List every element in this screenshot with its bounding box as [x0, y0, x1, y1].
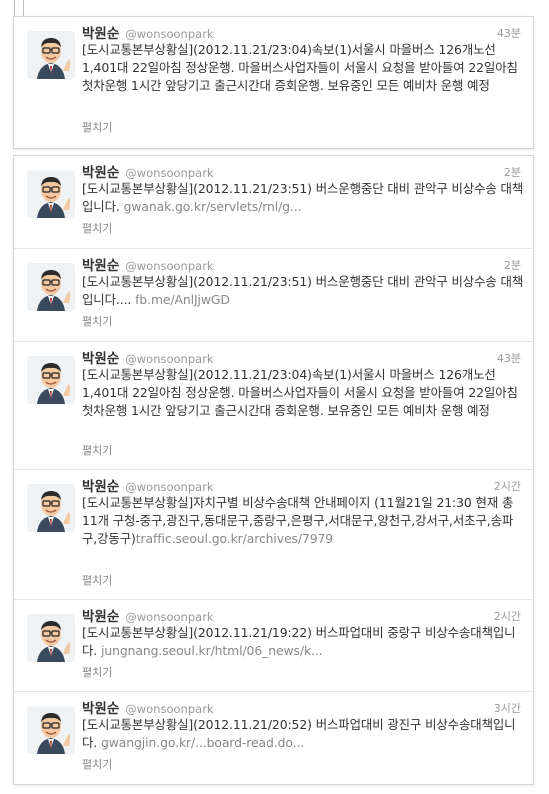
tweet[interactable]: 박원순 @wonsoonpark 43분 [도시교통본부상황실](2012.11.… [14, 341, 533, 469]
expand-link[interactable]: 펼치기 [82, 572, 112, 588]
tweet[interactable]: 박원순 @wonsoonpark 2시간 [도시교통본부상황실]자치구별 비상수송… [14, 469, 533, 599]
tweet-timestamp[interactable]: 2시간 [494, 478, 521, 494]
tweet-timestamp[interactable]: 2분 [504, 257, 521, 273]
user-name[interactable]: 박원순 @wonsoonpark [82, 22, 214, 42]
avatar[interactable] [27, 31, 75, 79]
avatar[interactable] [27, 170, 75, 218]
avatar[interactable] [27, 614, 75, 662]
user-handle: @wonsoonpark [125, 610, 214, 624]
avatar[interactable] [27, 484, 75, 532]
tweet-timestamp[interactable]: 43분 [497, 350, 521, 366]
tweet-link[interactable]: gwangjin.go.kr/...board-read.do... [101, 735, 304, 750]
user-name[interactable]: 박원순 @wonsoonpark [82, 161, 214, 181]
expand-link[interactable]: 펼치기 [82, 664, 112, 680]
user-handle: @wonsoonpark [125, 27, 214, 41]
tweet-list: 박원순 @wonsoonpark 2분 [도시교통본부상황실](2012.11.2… [13, 155, 534, 785]
tweet-card: 박원순 @wonsoonpark 43분 [도시교통본부상황실](2012.11.… [13, 16, 534, 149]
expand-link[interactable]: 펼치기 [82, 119, 112, 135]
tweet-text: [도시교통본부상황실]자치구별 비상수송대책 안내페이지 (11월21일 21:… [82, 495, 514, 546]
tweet-text: [도시교통본부상황실](2012.11.21/23:04)속보(1)서울시 마을… [82, 42, 518, 93]
expand-link[interactable]: 펼치기 [82, 313, 112, 329]
tweet-text: [도시교통본부상황실](2012.11.21/19:22) 버스파업대비 중랑구… [82, 625, 516, 658]
tweet-link[interactable]: gwanak.go.kr/servlets/rnl/g... [124, 199, 302, 214]
tweet-text: [도시교통본부상황실](2012.11.21/23:04)속보(1)서울시 마을… [82, 367, 518, 418]
tweet[interactable]: 박원순 @wonsoonpark 43분 [도시교통본부상황실](2012.11.… [14, 17, 533, 148]
user-name[interactable]: 박원순 @wonsoonpark [82, 254, 214, 274]
expand-link[interactable]: 펼치기 [82, 756, 112, 772]
expand-link[interactable]: 펼치기 [82, 220, 112, 236]
user-name[interactable]: 박원순 @wonsoonpark [82, 475, 214, 495]
user-handle: @wonsoonpark [125, 702, 214, 716]
tweet[interactable]: 박원순 @wonsoonpark 2시간 [도시교통본부상황실](2012.11.… [14, 599, 533, 691]
tweet-timestamp[interactable]: 2분 [504, 164, 521, 180]
avatar[interactable] [27, 356, 75, 404]
tweet-text: [도시교통본부상황실](2012.11.21/23:51) 버스운행중단 대비 … [82, 181, 524, 214]
avatar[interactable] [27, 706, 75, 754]
user-handle: @wonsoonpark [125, 480, 214, 494]
user-name[interactable]: 박원순 @wonsoonpark [82, 697, 214, 717]
user-name[interactable]: 박원순 @wonsoonpark [82, 605, 214, 625]
tweet-link[interactable]: jungnang.seoul.kr/html/06_news/k... [101, 643, 323, 658]
user-handle: @wonsoonpark [125, 352, 214, 366]
tweet-text: [도시교통본부상황실](2012.11.21/20:52) 버스파업대비 광진구… [82, 717, 516, 750]
tweet-timestamp[interactable]: 43분 [497, 25, 521, 41]
tweet[interactable]: 박원순 @wonsoonpark 2분 [도시교통본부상황실](2012.11.2… [14, 156, 533, 248]
user-handle: @wonsoonpark [125, 259, 214, 273]
tweet[interactable]: 박원순 @wonsoonpark 3시간 [도시교통본부상황실](2012.11.… [14, 691, 533, 783]
avatar[interactable] [27, 263, 75, 311]
tweet-timestamp[interactable]: 2시간 [494, 608, 521, 624]
tweet-feed: 박원순 @wonsoonpark 43분 [도시교통본부상황실](2012.11.… [0, 0, 549, 794]
expand-link[interactable]: 펼치기 [82, 442, 112, 458]
user-name[interactable]: 박원순 @wonsoonpark [82, 347, 214, 367]
tweet-link[interactable]: traffic.seoul.go.kr/archives/7979 [136, 531, 333, 546]
tweet-timestamp[interactable]: 3시간 [494, 700, 521, 716]
tweet[interactable]: 박원순 @wonsoonpark 2분 [도시교통본부상황실](2012.11.2… [14, 248, 533, 341]
tweet-link[interactable]: fb.me/AnlJjwGD [135, 292, 230, 307]
tweet-text: [도시교통본부상황실](2012.11.21/23:51) 버스운행중단 대비 … [82, 274, 524, 307]
user-handle: @wonsoonpark [125, 166, 214, 180]
